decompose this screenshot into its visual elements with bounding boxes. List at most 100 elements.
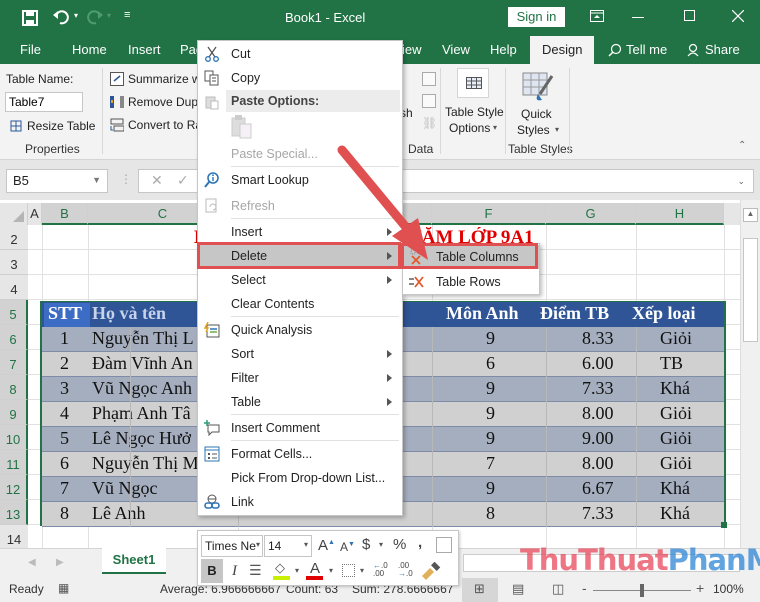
scroll-up-icon[interactable]: ▲ (743, 208, 758, 222)
menu-item-sort[interactable]: Sort (198, 342, 402, 366)
row-header-10[interactable]: 10 (0, 425, 28, 450)
enter-icon[interactable]: ✓ (177, 172, 189, 189)
resize-table-button[interactable]: Resize Table (27, 119, 95, 133)
customize-qat-icon[interactable]: ≡ (124, 9, 130, 21)
maximize-icon[interactable] (684, 10, 695, 21)
font-size-dropdown[interactable]: 14 ▾ (264, 535, 312, 557)
decrease-font-size-icon[interactable]: A▼ (340, 540, 355, 554)
column-header-i[interactable] (724, 203, 740, 225)
row-header-4[interactable]: 4 (0, 275, 28, 300)
menu-item-pick-from-list[interactable]: Pick From Drop-down List... (198, 466, 402, 490)
vertical-scroll-thumb[interactable] (743, 238, 758, 342)
font-name-dropdown[interactable]: Times Ne ▾ (201, 535, 263, 557)
percent-style-icon[interactable]: % (393, 536, 406, 553)
menu-item-insert-comment[interactable]: Insert Comment (198, 416, 402, 440)
menu-item-link[interactable]: Link (198, 490, 402, 514)
merge-center-icon[interactable] (436, 537, 452, 553)
quick-styles-button[interactable]: Quick (521, 107, 552, 121)
vertical-scrollbar[interactable]: ▲ (740, 200, 760, 548)
tab-file[interactable]: File (20, 42, 41, 57)
close-icon[interactable] (732, 10, 744, 22)
row-header-8[interactable]: 8 (0, 375, 28, 400)
tab-design[interactable]: Design (530, 36, 595, 64)
menu-item-filter[interactable]: Filter (198, 366, 402, 390)
paste-option-button[interactable] (231, 114, 253, 140)
table-style-options-button[interactable]: Table Style (445, 105, 504, 119)
chevron-down-icon[interactable]: ▾ (360, 566, 364, 575)
tab-home[interactable]: Home (72, 42, 107, 57)
chevron-down-icon[interactable]: ▾ (379, 540, 383, 549)
share-button[interactable]: Share (705, 42, 740, 57)
table-name-input[interactable] (5, 92, 83, 112)
accounting-format-icon[interactable]: $ (362, 536, 370, 553)
menu-item-copy[interactable]: Copy (198, 66, 402, 90)
row-header-11[interactable]: 11 (0, 450, 28, 475)
scroll-sheets-left-icon[interactable]: ◀ (28, 557, 36, 568)
cancel-icon[interactable]: ✕ (151, 172, 163, 189)
bold-button[interactable]: B (201, 559, 223, 583)
tab-view[interactable]: View (442, 42, 470, 57)
menu-item-select[interactable]: Select (198, 268, 402, 292)
menu-item-clear-contents[interactable]: Clear Contents (198, 292, 402, 316)
zoom-out-button[interactable]: - (582, 580, 587, 596)
tab-review[interactable]: iew (402, 42, 422, 57)
name-box[interactable]: B5 ▼ (6, 169, 108, 193)
row-header-12[interactable]: 12 (0, 475, 28, 500)
macro-record-icon[interactable]: ▦ (58, 581, 69, 595)
convert-to-range-button[interactable]: Convert to Ra (128, 118, 202, 132)
open-browser-icon[interactable] (422, 94, 436, 108)
remove-duplicates-button[interactable]: Remove Dup (128, 95, 198, 109)
row-header-2[interactable]: 2 (0, 225, 28, 250)
menu-item-table-rows[interactable]: Table Rows (403, 270, 539, 294)
column-header-f[interactable]: F (432, 203, 546, 225)
menu-item-cut[interactable]: Cut (198, 42, 402, 66)
italic-button[interactable]: I (232, 563, 237, 580)
chevron-down-icon[interactable]: ▼ (92, 175, 101, 185)
increase-decimal-icon[interactable]: ←.0.00 (373, 562, 388, 578)
fill-handle[interactable] (721, 522, 727, 528)
collapse-ribbon-icon[interactable]: ⌃ (738, 140, 746, 151)
format-painter-icon[interactable] (420, 562, 442, 580)
decrease-decimal-icon[interactable]: .00 →.0 (398, 562, 413, 578)
chevron-down-icon[interactable]: ▾ (329, 566, 333, 575)
row-header-6[interactable]: 6 (0, 325, 28, 350)
zoom-level[interactable]: 100% (713, 582, 744, 596)
undo-icon[interactable] (52, 9, 70, 25)
properties-icon[interactable] (422, 72, 436, 86)
menu-item-table[interactable]: Table (198, 390, 402, 414)
zoom-slider-thumb[interactable] (640, 584, 644, 597)
comma-style-icon[interactable]: , (418, 534, 422, 551)
save-icon[interactable] (22, 10, 38, 26)
tell-me-search[interactable]: Tell me (626, 42, 667, 57)
page-layout-view-icon[interactable]: ▤ (512, 581, 524, 597)
font-color-button[interactable]: A (306, 560, 324, 580)
page-break-view-icon[interactable]: ◫ (552, 581, 564, 597)
expand-formula-bar-icon[interactable]: ⌄ (737, 176, 745, 187)
row-header-13[interactable]: 13 (0, 500, 28, 525)
tab-insert[interactable]: Insert (128, 42, 161, 57)
row-header-9[interactable]: 9 (0, 400, 28, 425)
column-header-a[interactable]: A (28, 203, 42, 225)
row-header-7[interactable]: 7 (0, 350, 28, 375)
select-all-button[interactable] (0, 203, 28, 225)
row-header-14[interactable]: 14 (0, 525, 28, 548)
normal-view-button[interactable]: ⊞ (462, 578, 498, 602)
sign-in-button[interactable]: Sign in (508, 7, 565, 27)
menu-item-format-cells[interactable]: Format Cells... (198, 442, 402, 466)
tab-help[interactable]: Help (490, 42, 517, 57)
increase-font-size-icon[interactable]: A▲ (318, 537, 335, 554)
column-header-b[interactable]: B (42, 203, 88, 225)
menu-item-quick-analysis[interactable]: Quick Analysis (198, 318, 402, 342)
ribbon-display-icon[interactable] (590, 10, 604, 22)
center-align-icon[interactable]: ☰ (249, 562, 262, 579)
row-header-5[interactable]: 5 (0, 300, 28, 325)
borders-icon[interactable] (342, 564, 355, 577)
chevron-down-icon[interactable]: ▾ (295, 566, 299, 575)
column-header-g[interactable]: G (546, 203, 636, 225)
undo-dropdown-icon[interactable]: ▾ (74, 11, 78, 20)
sheet-tab-sheet1[interactable]: Sheet1 (102, 548, 166, 574)
summarize-pivot-button[interactable]: Summarize w (128, 72, 201, 86)
row-header-3[interactable]: 3 (0, 250, 28, 275)
zoom-in-button[interactable]: + (696, 580, 704, 596)
column-header-h[interactable]: H (636, 203, 724, 225)
